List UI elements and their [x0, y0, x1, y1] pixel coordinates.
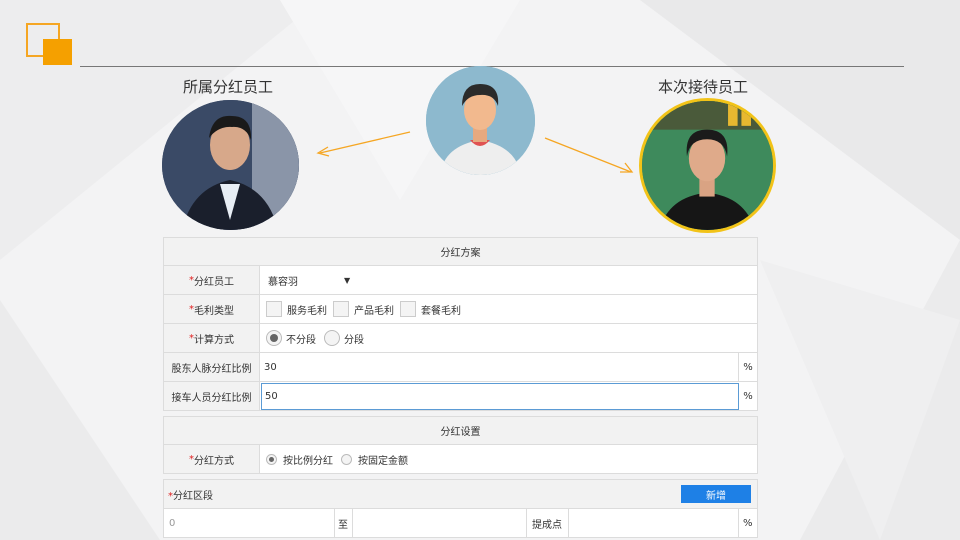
margin-label: 毛利类型: [194, 305, 234, 317]
caret-down-icon: ▼: [344, 275, 351, 285]
segment-range-row: 0 至 提成点 %: [163, 509, 758, 538]
radio-icon[interactable]: [341, 453, 352, 465]
add-segment-button[interactable]: 新增: [681, 485, 751, 503]
radio-selected-icon[interactable]: [266, 330, 282, 346]
row-dividend-staff: * 分红员工 慕容羽 ▼: [163, 266, 758, 295]
dividend-form: 分红方案 * 分红员工 慕容羽 ▼ * 毛利类型 服务毛利 产品毛利 套餐毛利 * 计…: [163, 237, 758, 538]
radio-by-ratio[interactable]: 按比例分红: [266, 452, 333, 467]
row-margin-type: * 毛利类型 服务毛利 产品毛利 套餐毛利: [163, 295, 758, 324]
customer-avatar-icon: [426, 66, 535, 175]
staff-label: 分红员工: [194, 276, 234, 288]
radio-icon[interactable]: [324, 330, 340, 346]
radio-fixed-amount[interactable]: 按固定金额: [341, 452, 408, 467]
section-dividend-settings: 分红设置: [163, 416, 758, 445]
section-dividend-plan: 分红方案: [163, 237, 758, 266]
radio-selected-icon[interactable]: [266, 453, 277, 465]
checkbox-service-margin[interactable]: 服务毛利: [266, 301, 327, 317]
staff-select-value: 慕容羽: [268, 276, 298, 288]
section-title: 分红方案: [440, 248, 481, 259]
checkbox-icon[interactable]: [266, 301, 282, 317]
checkbox-icon[interactable]: [333, 301, 349, 317]
caption-reception-staff: 本次接待员工: [658, 78, 749, 96]
percent-unit: %: [743, 517, 753, 529]
row-dividend-segments: *分红区段 新增: [163, 479, 758, 509]
reception-ratio-input[interactable]: 50: [261, 382, 739, 410]
range-to-label: 至: [335, 509, 353, 537]
caption-owner-staff: 所属分红员工: [183, 78, 274, 96]
row-calc-method: * 计算方式 不分段 分段: [163, 324, 758, 353]
row-shareholder-ratio: 股东人脉分红比例 30 %: [163, 353, 758, 382]
method-label: 分红方式: [194, 455, 234, 467]
checkbox-package-margin[interactable]: 套餐毛利: [400, 301, 461, 317]
row-dividend-method: * 分红方式 按比例分红 按固定金额: [163, 445, 758, 474]
row-reception-ratio: 接车人员分红比例 50 %: [163, 382, 758, 411]
reception-label: 接车人员分红比例: [171, 392, 252, 404]
calc-label: 计算方式: [194, 334, 234, 346]
percent-unit: %: [743, 390, 753, 402]
logo-filled-square: [43, 39, 72, 65]
range-to-input[interactable]: [353, 509, 527, 537]
owner-staff-photo: [162, 100, 299, 230]
shareholder-ratio-input[interactable]: 30: [260, 353, 739, 381]
radio-no-segment[interactable]: 不分段: [266, 330, 316, 346]
radio-segment[interactable]: 分段: [324, 330, 364, 346]
shareholder-label: 股东人脉分红比例: [171, 363, 252, 375]
checkbox-icon[interactable]: [400, 301, 416, 317]
range-from-input[interactable]: 0: [164, 509, 335, 537]
commission-label: 提成点: [527, 509, 569, 537]
reception-staff-photo: [639, 98, 776, 233]
staff-select[interactable]: 慕容羽 ▼: [260, 266, 757, 294]
section-title: 分红设置: [440, 427, 481, 438]
commission-input[interactable]: [569, 509, 739, 537]
segment-label: 分红区段: [173, 490, 213, 502]
checkbox-product-margin[interactable]: 产品毛利: [333, 301, 394, 317]
percent-unit: %: [743, 361, 753, 373]
